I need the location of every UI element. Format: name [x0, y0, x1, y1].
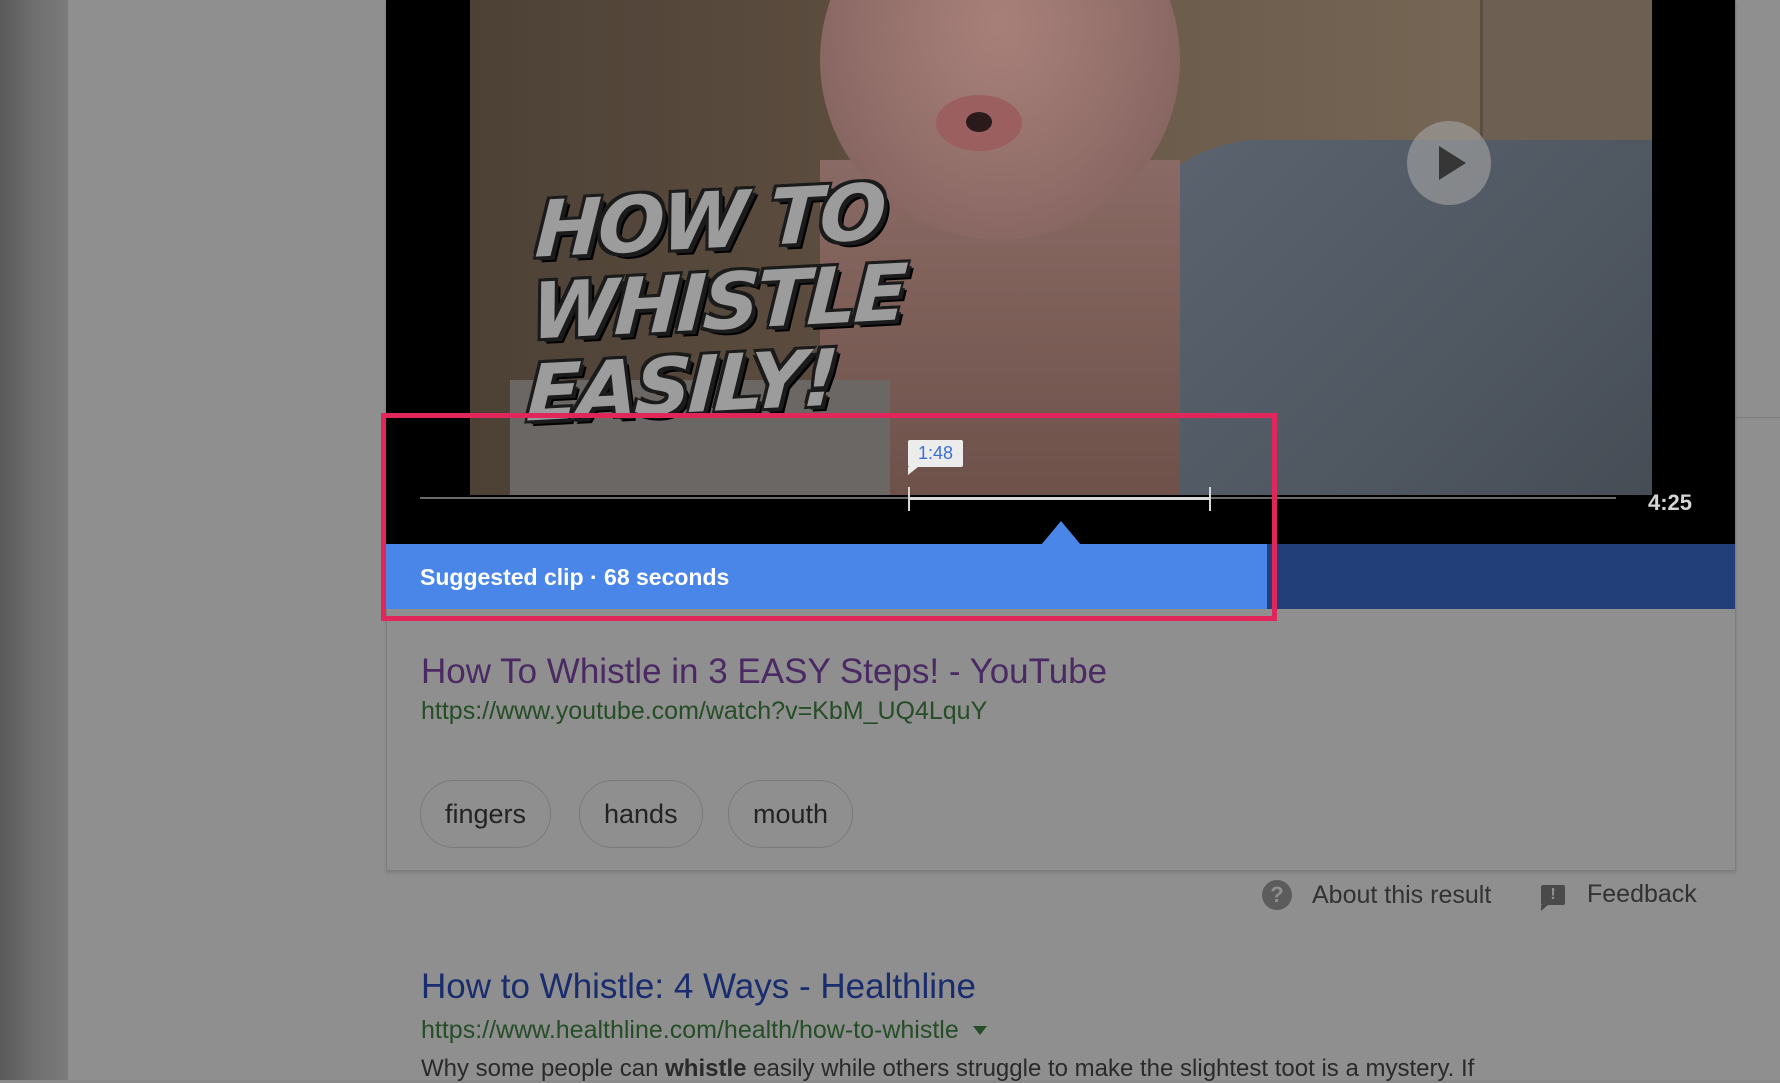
result-title-link[interactable]: How To Whistle in 3 EASY Steps! - YouTub… — [421, 652, 1107, 692]
play-icon[interactable] — [1407, 121, 1491, 205]
help-icon: ? — [1262, 880, 1292, 910]
highlight-box — [381, 413, 1277, 621]
feedback-button[interactable]: ! Feedback — [1541, 880, 1697, 911]
chip-fingers[interactable]: fingers — [420, 780, 552, 848]
chip-hands[interactable]: hands — [579, 780, 703, 848]
divider — [1730, 417, 1780, 418]
result-url: https://www.youtube.com/watch?v=KbM_UQ4L… — [421, 697, 988, 725]
thumbnail-mouth — [966, 112, 992, 132]
left-shadow — [0, 0, 68, 1080]
result2-snippet: Why some people can whistle easily while… — [421, 1055, 1475, 1082]
result2-url: https://www.healthline.com/health/how-to… — [421, 1016, 987, 1045]
thumbnail-title: HOW TO WHISTLE EASILY! — [524, 167, 907, 440]
about-label: About this result — [1312, 880, 1492, 909]
feedback-icon: ! — [1541, 884, 1565, 911]
result2-url-text: https://www.healthline.com/health/how-to… — [421, 1016, 959, 1044]
dropdown-arrow-icon[interactable] — [972, 1026, 987, 1035]
chip-mouth[interactable]: mouth — [728, 780, 854, 848]
about-this-result[interactable]: ? About this result — [1262, 880, 1491, 910]
feedback-label: Feedback — [1587, 880, 1697, 908]
result2-title-link[interactable]: How to Whistle: 4 Ways - Healthline — [421, 967, 976, 1007]
video-duration: 4:25 — [1648, 490, 1693, 515]
